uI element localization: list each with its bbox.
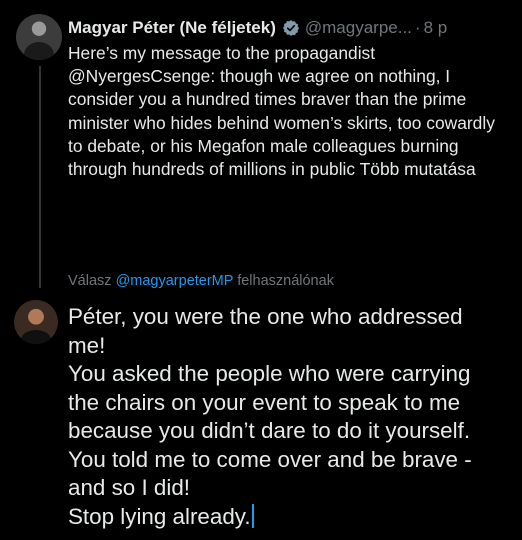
composer-line-last: Stop lying already. [68,503,518,532]
author-name[interactable]: Magyar Péter (Ne féljetek) [68,17,276,39]
author-avatar[interactable] [16,14,62,60]
reply-composer[interactable]: Péter, you were the one who addressed me… [68,303,518,531]
text-cursor [251,503,254,528]
author-handle[interactable]: @magyarpe... [305,17,412,39]
replying-to-suffix: felhasználónak [237,273,334,289]
user-avatar [14,300,58,344]
replying-to-prefix: Válasz [68,273,112,289]
replying-to-line: Válasz @magyarpeterMP felhasználónak [68,271,334,291]
replying-to-handle[interactable]: @magyarpeterMP [116,273,234,289]
dot-separator: · [414,18,421,37]
composer-line: You told me to come over and be brave - [68,446,472,472]
composer-line: me! [68,332,106,358]
composer-line: You asked the people who were carrying [68,361,471,386]
composer-last-text: Stop lying already. [68,503,251,529]
composer-line: because you didn’t dare to do it yoursel… [68,418,471,443]
composer-line: and so I did! [68,475,190,500]
tweet-body: Here’s my message to the propagandist @N… [68,42,514,181]
tweet-header: Magyar Péter (Ne féljetek) @magyarpe... … [68,17,514,39]
composer-line: the chairs on your event to speak to me [68,389,461,415]
tweet-timestamp[interactable]: 8 p [424,17,448,39]
show-more-link[interactable]: Több mutatása [360,159,476,179]
composer-line: Péter, you were the one who addressed [68,304,463,329]
verified-badge-icon [282,20,299,36]
thread-connector-line [39,66,41,288]
